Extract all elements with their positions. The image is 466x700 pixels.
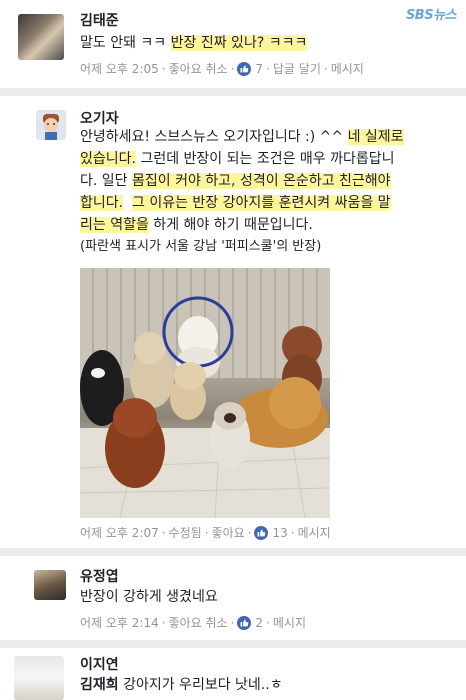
avatar[interactable] (36, 110, 66, 140)
comment-meta: 어제 오후 2:07 · 수정됨 · 좋아요 · 13 · 메시지 (80, 524, 331, 541)
avatar[interactable] (34, 570, 66, 600)
timestamp[interactable]: 어제 오후 2:14 (80, 614, 159, 631)
reply-link[interactable]: 답글 달기 (273, 60, 321, 77)
comment-author[interactable]: 오기자 (80, 108, 119, 128)
like-count[interactable]: 7 (255, 62, 263, 76)
comment-author[interactable]: 이지연 (80, 654, 119, 674)
text-span: 그런데 반장이 되는 조건은 매우 까다롭답니 (135, 151, 395, 167)
like-link[interactable]: 좋아요 (212, 524, 245, 541)
message-link[interactable]: 메시지 (331, 60, 364, 77)
comment-author[interactable]: 김태준 (80, 10, 119, 30)
like-count[interactable]: 2 (255, 616, 263, 630)
text-span: 안녕하세요! 스브스뉴스 오기자입니다 :) ^^ (80, 129, 348, 145)
thumbs-up-icon (254, 525, 269, 540)
comment-line-2: 있습니다. 그런데 반장이 되는 조건은 매우 까다롭답니 (80, 148, 395, 170)
mention-link[interactable]: 김재희 (80, 677, 119, 693)
comment-meta: 어제 오후 2:14 · 좋아요 취소 · 2 · 메시지 (80, 614, 307, 631)
thumbs-up-icon (237, 61, 252, 76)
text-span: 하게 해야 하기 때문입니다. (148, 217, 313, 233)
highlighted-text: 몸집이 커야 하고, 성격이 온순하고 친근해야 (132, 173, 391, 189)
unlike-link[interactable]: 좋아요 취소 (169, 60, 228, 77)
comment-divider (0, 640, 466, 648)
highlighted-text: 그 이유는 반장 강아지를 훈련시켜 싸움을 말 (132, 195, 391, 211)
comment-line-1: 안녕하세요! 스브스뉴스 오기자입니다 :) ^^ 네 실제로 (80, 126, 404, 148)
highlighted-text: 합니다. (80, 195, 124, 211)
comment-author[interactable]: 유정엽 (80, 566, 119, 586)
like-count[interactable]: 13 (272, 526, 287, 540)
avatar[interactable] (14, 656, 64, 700)
text-span: 다. 일단 (80, 173, 132, 189)
avatar[interactable] (18, 14, 64, 60)
highlighted-text: 네 실제로 (347, 129, 404, 145)
comment-text: 반장이 강하게 생겼네요 (80, 589, 218, 605)
comment-text-plain: 말도 안돼 ㅋㅋ (80, 35, 171, 51)
sbs-news-watermark: SBS뉴스 (405, 8, 457, 23)
comment-line-5: 리는 역할을 하게 해야 하기 때문입니다. (80, 214, 313, 236)
unlike-link[interactable]: 좋아요 취소 (169, 614, 228, 631)
text-span: 강아지가 우리보다 낫네..ㅎ (118, 677, 283, 693)
highlighted-text: 있습니다. (80, 151, 136, 167)
thumbs-up-icon (237, 615, 252, 630)
message-link[interactable]: 메시지 (273, 614, 306, 631)
message-link[interactable]: 메시지 (298, 524, 331, 541)
comment-text: 말도 안돼 ㅋㅋ 반장 진짜 있나? ㅋㅋㅋ (80, 32, 308, 54)
comment-divider (0, 88, 466, 96)
comment-line-4: 합니다. 그 이유는 반장 강아지를 훈련시켜 싸움을 말 (80, 192, 391, 214)
comment-line-6: (파란색 표시가 서울 강남 '퍼피스쿨'의 반장) (80, 236, 321, 258)
timestamp[interactable]: 어제 오후 2:05 (80, 60, 159, 77)
timestamp[interactable]: 어제 오후 2:07 (80, 524, 159, 541)
dogs-photo-illustration (80, 268, 330, 518)
comment-text: 김재희 강아지가 우리보다 낫네..ㅎ (80, 674, 283, 696)
edited-label[interactable]: 수정됨 (169, 524, 202, 541)
comment-divider (0, 548, 466, 556)
text-span: (파란색 표시가 서울 강남 '퍼피스쿨'의 반장) (80, 239, 322, 254)
comment-meta: 어제 오후 2:05 · 좋아요 취소 · 7 · 답글 달기 · 메시지 (80, 60, 364, 77)
dogs-photo[interactable] (80, 268, 330, 518)
highlighted-text: 리는 역할을 (80, 217, 149, 233)
text-span (123, 195, 132, 211)
highlighted-text: 반장 진짜 있나? ㅋㅋㅋ (170, 35, 308, 51)
comment-line-3: 다. 일단 몸집이 커야 하고, 성격이 온순하고 친근해야 (80, 170, 391, 192)
